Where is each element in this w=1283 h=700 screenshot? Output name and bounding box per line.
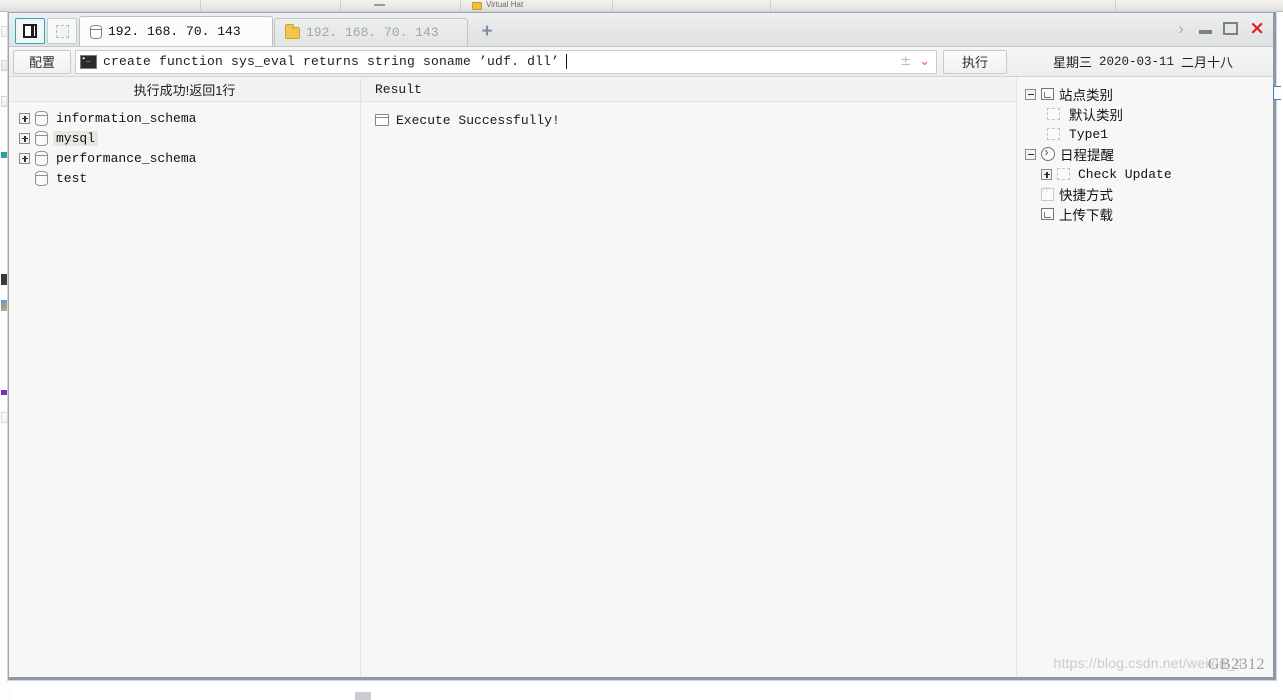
- database-icon: [35, 150, 49, 166]
- database-icon: [35, 110, 49, 126]
- tab-label: 192. 168. 70. 143: [306, 25, 439, 40]
- expand-icon-placeholder: [19, 173, 30, 184]
- sidebar-item-site-categories[interactable]: 站点类别: [1025, 84, 1273, 104]
- expand-icon[interactable]: [19, 112, 30, 124]
- result-list: Execute Successfully!: [361, 102, 1016, 677]
- hand-icon: [1041, 185, 1054, 201]
- close-icon[interactable]: ×: [1249, 19, 1265, 38]
- tab-label: 192. 168. 70. 143: [108, 24, 241, 39]
- expand-icon[interactable]: [19, 152, 30, 164]
- database-pane: 执行成功!返回1行 information_schema mysql perfo…: [9, 78, 361, 677]
- tree-item-label: performance_schema: [56, 150, 197, 166]
- text-caret: [566, 54, 568, 69]
- tree-item-test[interactable]: test: [19, 168, 360, 188]
- sidebar-item-label: 默认类别: [1069, 108, 1123, 123]
- sidebar-item-default-category[interactable]: 默认类别: [1025, 104, 1273, 124]
- execute-button[interactable]: 执行: [943, 49, 1007, 74]
- date-bar: 星期三 2020-03-11 二月十八: [1017, 49, 1269, 75]
- sidebar-item-shortcuts[interactable]: 快捷方式: [1025, 184, 1273, 204]
- application-window: 192. 168. 70. 143 192. 168. 70. 143 + › …: [8, 12, 1281, 680]
- folder-icon: [285, 23, 300, 39]
- dashed-square-icon: [1047, 108, 1060, 120]
- sidebar-item-label: 快捷方式: [1059, 188, 1113, 203]
- database-tree: information_schema mysql performance_sch…: [9, 102, 360, 677]
- new-tab-button[interactable]: +: [473, 17, 501, 45]
- background-window-top: Virtual Hat: [0, 0, 1283, 12]
- sidebar-item-schedule-reminder[interactable]: 日程提醒: [1025, 144, 1273, 164]
- result-item-label: Execute Successfully!: [396, 112, 560, 128]
- expand-icon-placeholder: [1025, 189, 1036, 200]
- dashed-select-icon: [55, 24, 69, 38]
- sidebar-item-label: 日程提醒: [1060, 148, 1114, 163]
- sidebar-item-label: Check Update: [1078, 166, 1172, 182]
- tab-session-1[interactable]: 192. 168. 70. 143: [79, 16, 273, 46]
- tree-item-label: mysql: [53, 130, 99, 146]
- clock-icon: [1041, 145, 1055, 161]
- sidebar-pane: 站点类别 默认类别 Type1 日程提醒: [1017, 78, 1281, 677]
- command-bar-actions: ± ⌄: [896, 52, 934, 72]
- expand-icon[interactable]: [1041, 168, 1052, 180]
- date-label: 2020-03-11: [1098, 54, 1174, 69]
- window-controls: › ×: [1174, 19, 1265, 38]
- taskbar-nub: [355, 692, 371, 700]
- weekday-label: 星期三: [1052, 55, 1092, 70]
- collapse-icon[interactable]: [1025, 148, 1036, 160]
- sidebar-item-type1[interactable]: Type1: [1025, 124, 1273, 144]
- tree-item-performance-schema[interactable]: performance_schema: [19, 148, 360, 168]
- plus-minus-icon[interactable]: ±: [900, 55, 911, 68]
- execution-status-header: 执行成功!返回1行: [9, 78, 360, 102]
- tree-item-information-schema[interactable]: information_schema: [19, 108, 360, 128]
- config-button[interactable]: 配置: [13, 49, 71, 74]
- title-tab-bar: 192. 168. 70. 143 192. 168. 70. 143 + › …: [9, 13, 1273, 47]
- expand-icon-placeholder: [1025, 209, 1036, 220]
- sql-command-input[interactable]: create function sys_eval returns string …: [103, 54, 559, 69]
- dashed-square-icon: [1047, 128, 1060, 140]
- window-body: 执行成功!返回1行 information_schema mysql perfo…: [9, 78, 1281, 677]
- panel-layout-toggle-button[interactable]: [15, 18, 45, 44]
- collapse-icon[interactable]: [1025, 88, 1036, 100]
- square-icon: [1041, 208, 1054, 220]
- window-icon: [375, 114, 389, 126]
- dashed-square-icon: [1057, 168, 1070, 180]
- sidebar-tree: 站点类别 默认类别 Type1 日程提醒: [1017, 78, 1273, 224]
- sql-command-bar[interactable]: create function sys_eval returns string …: [75, 49, 937, 74]
- database-icon: [35, 130, 49, 146]
- result-pane: Result Execute Successfully!: [361, 78, 1017, 677]
- sidebar-item-check-update[interactable]: Check Update: [1025, 164, 1273, 184]
- sidebar-item-label: 上传下载: [1059, 208, 1113, 223]
- edge-marker: [1273, 86, 1281, 100]
- sidebar-item-label: 站点类别: [1059, 88, 1113, 103]
- tree-item-label: information_schema: [56, 110, 197, 126]
- sidebar-item-label: Type1: [1069, 126, 1109, 142]
- result-header: Result: [361, 78, 1016, 102]
- sidebar-item-upload-download[interactable]: 上传下载: [1025, 204, 1273, 224]
- chevron-right-icon[interactable]: ›: [1174, 19, 1188, 37]
- maximize-icon[interactable]: [1223, 21, 1239, 35]
- chevron-down-icon[interactable]: ⌄: [919, 55, 930, 68]
- charset-label: GB2312: [1207, 656, 1265, 673]
- database-icon: [90, 24, 103, 39]
- tree-item-label: test: [56, 170, 88, 186]
- expand-icon[interactable]: [19, 132, 30, 144]
- square-icon: [1041, 88, 1054, 100]
- lunar-date-label: 二月十八: [1181, 55, 1234, 70]
- select-mode-button[interactable]: [47, 18, 77, 44]
- tab-session-2[interactable]: 192. 168. 70. 143: [274, 18, 468, 46]
- console-icon: [80, 54, 97, 69]
- database-icon: [35, 170, 49, 186]
- command-toolbar: 配置 create function sys_eval returns stri…: [9, 47, 1273, 77]
- background-window-item-label: Virtual Hat: [486, 0, 524, 9]
- result-item[interactable]: Execute Successfully!: [375, 110, 1016, 130]
- tree-item-mysql[interactable]: mysql: [19, 128, 360, 148]
- panel-layout-icon: [23, 24, 37, 38]
- minimize-icon[interactable]: [1199, 29, 1213, 34]
